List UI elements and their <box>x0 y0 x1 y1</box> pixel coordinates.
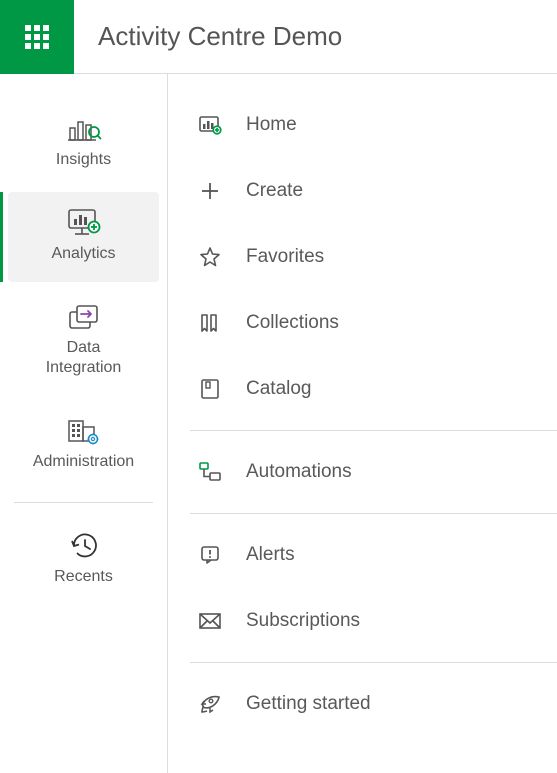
menu-divider <box>190 662 557 663</box>
collections-icon <box>196 312 224 334</box>
menu-item-catalog[interactable]: Catalog <box>168 356 557 422</box>
menu-item-label: Favorites <box>246 246 324 268</box>
sidebar-item-data-integration[interactable]: Data Integration <box>8 286 159 396</box>
menu-item-automations[interactable]: Automations <box>168 439 557 505</box>
favorites-icon <box>196 246 224 268</box>
menu-item-label: Automations <box>246 461 352 483</box>
sidebar-item-administration[interactable]: Administration <box>8 400 159 490</box>
menu-item-home[interactable]: Home <box>168 92 557 158</box>
menu-item-label: Alerts <box>246 544 295 566</box>
menu-item-label: Catalog <box>246 378 312 400</box>
insights-icon <box>66 112 102 146</box>
catalog-icon <box>196 378 224 400</box>
sidebar-item-label: Insights <box>56 150 111 170</box>
subscriptions-icon <box>196 611 224 631</box>
sidebar-item-label: Analytics <box>51 244 115 264</box>
automations-icon <box>196 461 224 483</box>
getting-started-icon <box>196 692 224 716</box>
menu-item-subscriptions[interactable]: Subscriptions <box>168 588 557 654</box>
sidebar: Insights Analytics <box>0 74 168 773</box>
menu-divider <box>190 430 557 431</box>
menu-divider <box>190 513 557 514</box>
sidebar-item-label: Administration <box>33 452 134 472</box>
alerts-icon <box>196 544 224 566</box>
recents-icon <box>68 529 100 563</box>
header: Activity Centre Demo <box>0 0 557 74</box>
menu-item-create[interactable]: Create <box>168 158 557 224</box>
analytics-icon <box>65 206 103 240</box>
menu-item-label: Getting started <box>246 693 371 715</box>
menu-item-alerts[interactable]: Alerts <box>168 522 557 588</box>
sidebar-divider <box>14 502 153 503</box>
menu: Home Create Favorites <box>168 74 557 773</box>
data-integration-icon <box>67 300 101 334</box>
sidebar-item-label: Recents <box>54 567 113 587</box>
menu-item-label: Create <box>246 180 303 202</box>
menu-item-label: Subscriptions <box>246 610 360 632</box>
menu-item-getting-started[interactable]: Getting started <box>168 671 557 737</box>
home-icon <box>196 114 224 136</box>
sidebar-item-label: Data Integration <box>46 338 122 378</box>
content: Insights Analytics <box>0 74 557 773</box>
menu-item-label: Home <box>246 114 297 136</box>
administration-icon <box>66 414 102 448</box>
menu-item-collections[interactable]: Collections <box>168 290 557 356</box>
app-launcher-button[interactable] <box>0 0 74 74</box>
menu-item-label: Collections <box>246 312 339 334</box>
create-icon <box>196 180 224 202</box>
sidebar-item-insights[interactable]: Insights <box>8 98 159 188</box>
sidebar-item-recents[interactable]: Recents <box>8 515 159 605</box>
menu-item-favorites[interactable]: Favorites <box>168 224 557 290</box>
page-title: Activity Centre Demo <box>98 21 342 52</box>
sidebar-item-analytics[interactable]: Analytics <box>8 192 159 282</box>
apps-grid-icon <box>22 22 52 52</box>
